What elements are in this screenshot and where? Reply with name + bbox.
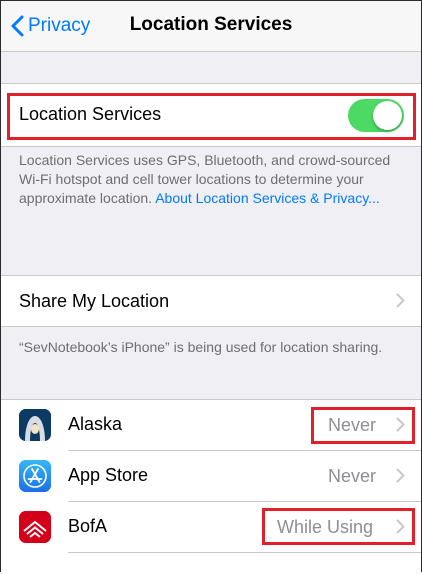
location-services-label: Location Services bbox=[19, 104, 162, 124]
list-item[interactable]: Alaska Never bbox=[1, 400, 421, 450]
about-location-privacy-link[interactable]: About Location Services & Privacy... bbox=[155, 190, 380, 206]
navigation-bar: Privacy Location Services bbox=[1, 1, 421, 52]
app-store-icon bbox=[19, 460, 51, 492]
toggle-knob bbox=[373, 101, 402, 130]
alaska-icon bbox=[19, 409, 51, 441]
share-location-footer: “SevNotebook’s iPhone” is being used for… bbox=[19, 338, 399, 357]
chevron-right-icon bbox=[396, 293, 405, 308]
app-name: BofA bbox=[68, 516, 108, 536]
share-location-footer-text: “SevNotebook’s iPhone” is being used for… bbox=[19, 339, 383, 355]
location-services-description: Location Services uses GPS, Bluetooth, a… bbox=[19, 151, 399, 208]
app-name: Alaska bbox=[68, 414, 123, 434]
page-title: Location Services bbox=[129, 14, 293, 35]
share-my-location-row[interactable]: Share My Location bbox=[1, 276, 421, 326]
chevron-right-icon bbox=[396, 417, 405, 432]
chevron-right-icon bbox=[396, 468, 405, 483]
list-item[interactable]: App Store Never bbox=[1, 451, 421, 501]
location-services-toggle[interactable] bbox=[348, 99, 404, 132]
location-services-row: Location Services bbox=[1, 84, 421, 146]
list-item[interactable]: BofA While Using bbox=[1, 502, 421, 552]
app-location-value: Never bbox=[328, 415, 377, 435]
app-location-value: While Using bbox=[277, 517, 374, 537]
app-location-value: Never bbox=[328, 466, 377, 486]
location-services-group: Location Services bbox=[1, 83, 421, 147]
app-name: App Store bbox=[68, 465, 149, 485]
share-location-group: Share My Location bbox=[1, 275, 421, 327]
share-my-location-label: Share My Location bbox=[19, 291, 170, 311]
apps-list: Alaska Never App Store Never BofA While … bbox=[1, 399, 421, 574]
separator bbox=[68, 552, 421, 553]
bofa-icon bbox=[19, 511, 51, 543]
chevron-right-icon bbox=[396, 519, 405, 534]
